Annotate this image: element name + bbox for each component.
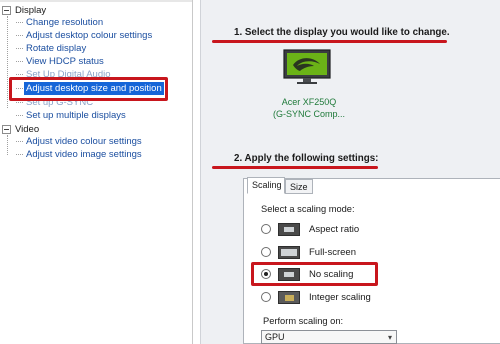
- tree-item-label: Adjust video image settings: [26, 149, 142, 160]
- collapse-icon[interactable]: [2, 5, 11, 15]
- tab-size[interactable]: Size: [285, 179, 313, 194]
- tree-category-video[interactable]: Video: [2, 123, 39, 135]
- tree-dash: [16, 61, 23, 62]
- monitor-nvidia-icon[interactable]: [283, 49, 331, 85]
- step1-heading: 1. Select the display you would like to …: [234, 27, 450, 38]
- scaling-option-label: Integer scaling: [309, 291, 371, 303]
- highlight-box-selected-item: [9, 77, 168, 101]
- tree-item-change-resolution[interactable]: Change resolution: [16, 16, 105, 29]
- tab-scaling[interactable]: Scaling: [247, 177, 285, 194]
- monitor-name[interactable]: Acer XF250Q: [259, 97, 359, 107]
- tree-category-label: Video: [15, 123, 40, 135]
- highlight-box-no-scaling: [251, 262, 378, 286]
- tree-top-edge: [0, 0, 192, 2]
- tree-category-label: Display: [15, 4, 47, 16]
- tree-item-adjust-desktop-colour[interactable]: Adjust desktop colour settings: [16, 29, 154, 42]
- tree-connector: [7, 135, 8, 155]
- tree-item-view-hdcp-status[interactable]: View HDCP status: [16, 55, 106, 68]
- tree-dash: [16, 115, 23, 116]
- perform-scaling-label: Perform scaling on:: [263, 316, 344, 326]
- aspect-ratio-icon: [278, 222, 300, 236]
- select-value: GPU: [265, 332, 285, 342]
- scaling-option-integer-scaling[interactable]: Integer scaling: [261, 289, 371, 305]
- scaling-option-aspect-ratio[interactable]: Aspect ratio: [261, 221, 359, 237]
- tree-dash: [16, 74, 23, 75]
- tree-dash: [16, 48, 23, 49]
- settings-panel: 1. Select the display you would like to …: [200, 0, 500, 344]
- tree-dash: [16, 22, 23, 23]
- scaling-option-label: Full-screen: [309, 246, 356, 258]
- scaling-option-label: Aspect ratio: [309, 223, 360, 235]
- tree-item-set-up-multiple-displays[interactable]: Set up multiple displays: [16, 109, 128, 122]
- tree-item-label: View HDCP status: [26, 56, 104, 67]
- tree-item-label: Change resolution: [26, 17, 104, 28]
- tree-category-display[interactable]: Display: [2, 4, 46, 16]
- tree-item-adjust-video-image[interactable]: Adjust video image settings: [16, 148, 144, 161]
- tree-item-label: Rotate display: [26, 43, 87, 54]
- tree-dash: [16, 154, 23, 155]
- step2-underline: [212, 166, 378, 169]
- radio-button[interactable]: [261, 292, 271, 302]
- tree-dash: [16, 102, 23, 103]
- scaling-option-full-screen[interactable]: Full-screen: [261, 244, 356, 260]
- step1-underline: [212, 40, 447, 43]
- radio-button[interactable]: [261, 247, 271, 257]
- tree-dash: [16, 35, 23, 36]
- step2-heading: 2. Apply the following settings:: [234, 153, 379, 164]
- tree-connector: [7, 16, 8, 108]
- tree-item-label: Adjust video colour settings: [26, 136, 142, 147]
- tree-dash: [16, 141, 23, 142]
- tree-item-label: Set up multiple displays: [26, 110, 126, 121]
- tree-item-rotate-display[interactable]: Rotate display: [16, 42, 88, 55]
- tree-item-adjust-video-colour[interactable]: Adjust video colour settings: [16, 135, 144, 148]
- chevron-down-icon: ▾: [387, 333, 392, 342]
- collapse-icon[interactable]: [2, 124, 11, 134]
- radio-button[interactable]: [261, 224, 271, 234]
- navigation-tree: Display Change resolution Adjust desktop…: [0, 0, 193, 344]
- tree-item-label: Adjust desktop colour settings: [26, 30, 153, 41]
- full-screen-icon: [278, 245, 300, 259]
- scaling-mode-label: Select a scaling mode:: [261, 204, 355, 214]
- integer-scaling-icon: [278, 290, 300, 304]
- monitor-subname[interactable]: (G-SYNC Comp...: [259, 109, 359, 119]
- perform-scaling-select[interactable]: GPU ▾: [261, 330, 397, 344]
